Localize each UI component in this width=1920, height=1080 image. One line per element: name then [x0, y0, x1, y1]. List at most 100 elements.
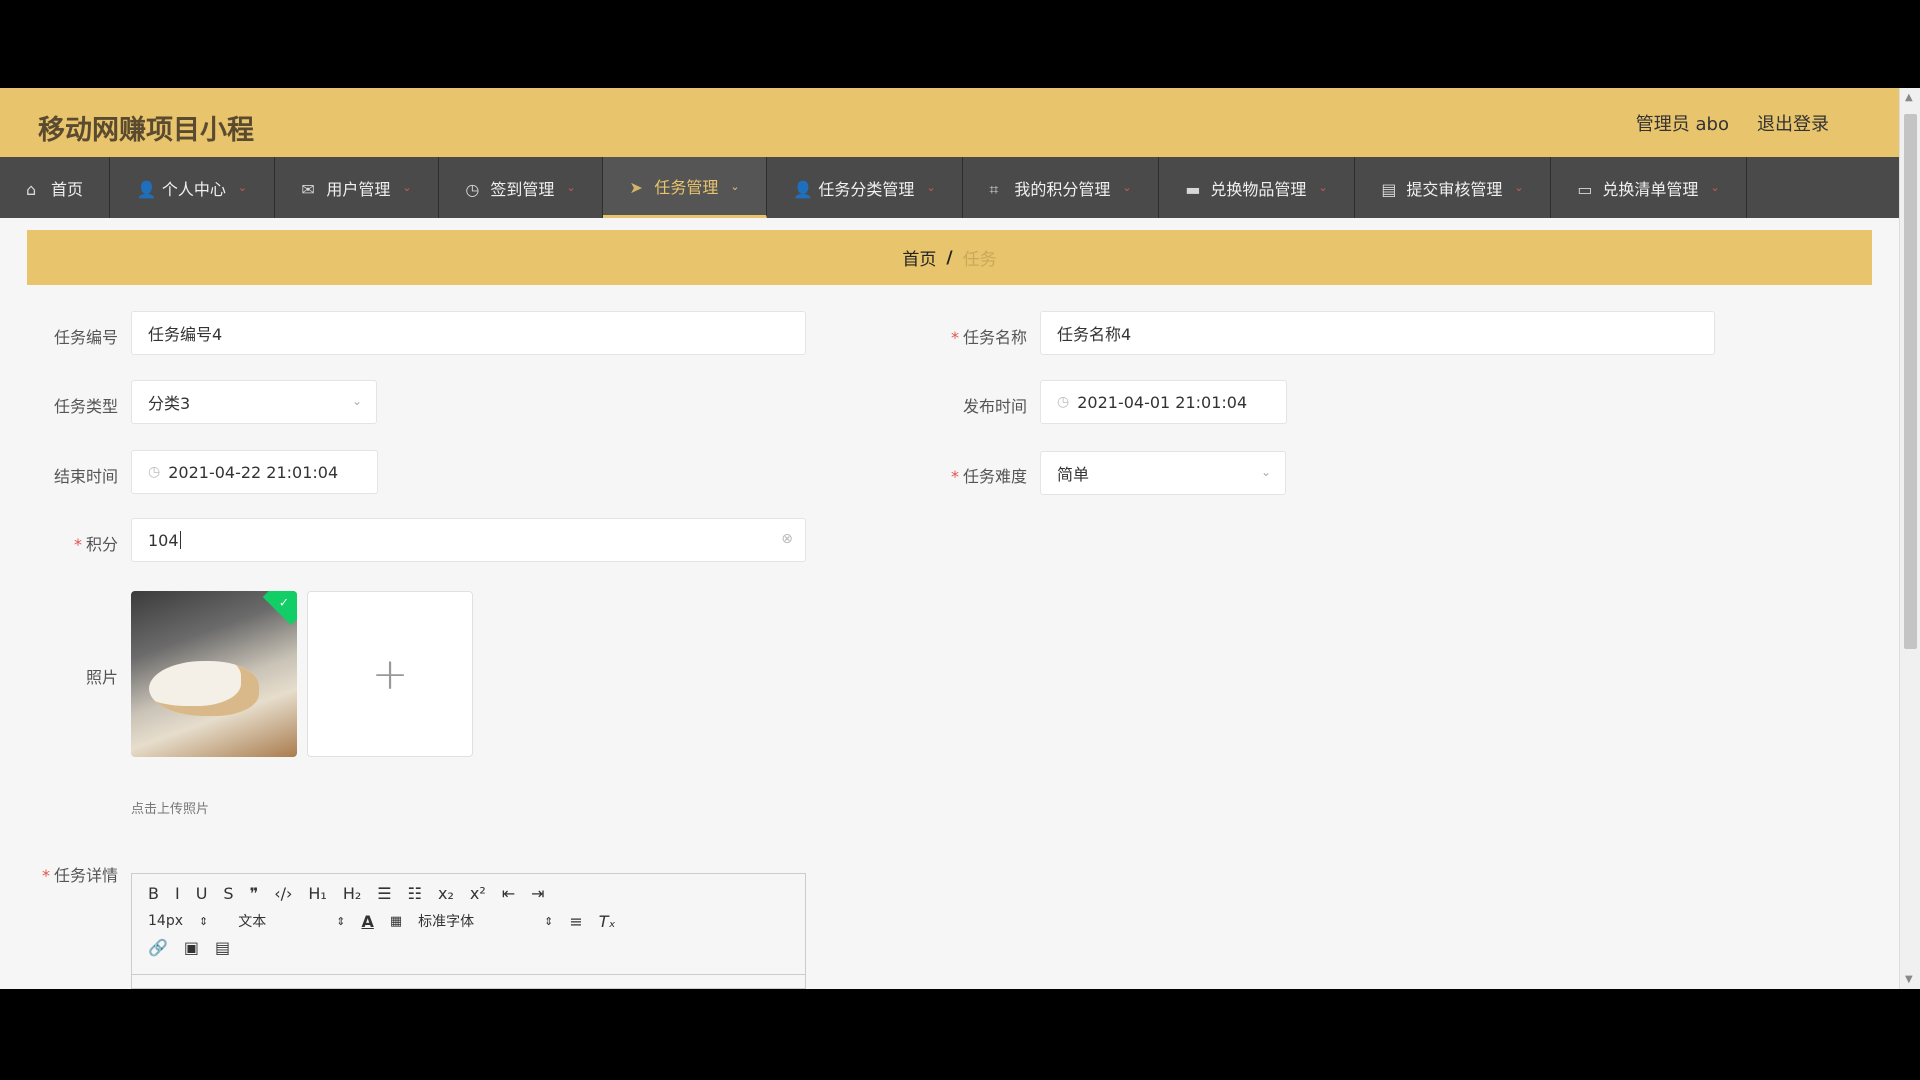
chevron-down-icon: ⌄: [730, 179, 740, 193]
h1-icon[interactable]: H₁: [308, 884, 326, 903]
end-time-picker[interactable]: ◷ 2021-04-22 21:01:04: [131, 450, 378, 494]
clear-format-icon[interactable]: Tₓ: [599, 912, 616, 931]
points-input[interactable]: 104 ⊗: [131, 518, 806, 562]
image-icon[interactable]: ▣: [184, 938, 199, 957]
superscript-icon[interactable]: x²: [470, 884, 486, 903]
mail-icon: ✉: [301, 179, 315, 199]
header: 移动网赚项目小程 管理员 abo 退出登录: [0, 88, 1899, 157]
chevron-down-icon: ⌄: [566, 181, 576, 194]
user-icon: 👤: [793, 179, 814, 199]
nav-item-0[interactable]: ⌂ 首页: [0, 157, 110, 218]
breadcrumb-current: 任务: [962, 250, 997, 270]
chevron-down-icon: ⌄: [351, 394, 362, 408]
bullet-list-icon[interactable]: ☷: [408, 884, 422, 903]
quote-icon[interactable]: ❞: [250, 884, 259, 903]
publish-time-value: 2021-04-01 21:01:04: [1077, 392, 1248, 412]
chevron-down-icon: ⌄: [1318, 181, 1328, 194]
heading-select[interactable]: 文本: [238, 911, 266, 931]
upload-hint: 点击上传照片: [131, 802, 210, 817]
bold-icon[interactable]: B: [148, 884, 159, 903]
task-name-value: 任务名称4: [1057, 325, 1132, 344]
editor-toolbar-row-1: B I U S ❞ ‹/› H₁ H₂ ☰ ☷ x₂ x² ⇤ ⇥: [148, 884, 561, 903]
photo-label: 照片: [85, 668, 118, 687]
cat-image: [149, 661, 259, 716]
nav-item-9[interactable]: ▭ 兑换清单管理 ⌄: [1551, 157, 1747, 218]
strike-icon[interactable]: S: [223, 884, 233, 903]
nav-item-label: 用户管理: [326, 179, 391, 199]
nav-item-5[interactable]: 👤 任务分类管理 ⌄: [767, 157, 963, 218]
nav-item-6[interactable]: ⌗ 我的积分管理 ⌄: [963, 157, 1159, 218]
nav-item-1[interactable]: 👤 个人中心 ⌄: [110, 157, 275, 218]
nav-item-label: 个人中心: [161, 179, 226, 199]
home-icon: ⌂: [25, 179, 37, 199]
scroll-up-icon[interactable]: ▲: [1905, 92, 1913, 103]
video-icon[interactable]: ▤: [215, 938, 230, 957]
editor-content[interactable]: [132, 974, 805, 975]
crop-icon: ⌗: [989, 179, 999, 199]
difficulty-label: * 任务难度: [950, 467, 1027, 486]
send-icon: ➤: [629, 178, 643, 197]
admin-label: 管理员 abo: [1635, 114, 1729, 135]
nav-item-2[interactable]: ✉ 用户管理 ⌄: [275, 157, 439, 218]
font-color-icon[interactable]: A: [361, 912, 373, 931]
task-type-value: 分类3: [148, 394, 191, 413]
subscript-icon[interactable]: x₂: [438, 884, 454, 903]
chevron-down-icon: ⌄: [926, 181, 936, 194]
clock-icon: ◷: [148, 464, 161, 480]
logout-link[interactable]: 退出登录: [1757, 110, 1829, 136]
end-time-label: 结束时间: [53, 467, 118, 486]
clock-icon: ◷: [1057, 394, 1070, 410]
task-no-input[interactable]: 任务编号4: [131, 311, 806, 355]
clear-icon[interactable]: ⊗: [781, 531, 793, 547]
link-icon[interactable]: 🔗: [148, 938, 168, 957]
nav-item-label: 提交审核管理: [1406, 179, 1503, 199]
task-type-select[interactable]: 分类3 ⌄: [131, 380, 377, 424]
chevron-down-icon: ⌄: [1710, 181, 1720, 194]
page-scrollbar[interactable]: ▲ ▼: [1899, 88, 1920, 989]
outdent-icon[interactable]: ⇤: [502, 884, 515, 903]
publish-time-picker[interactable]: ◷ 2021-04-01 21:01:04: [1040, 380, 1287, 424]
nav-item-3[interactable]: ◷ 签到管理 ⌄: [439, 157, 603, 218]
task-name-input[interactable]: 任务名称4: [1040, 311, 1715, 355]
scroll-down-icon[interactable]: ▼: [1905, 974, 1913, 985]
nav-item-label: 兑换清单管理: [1602, 179, 1699, 199]
task-no-value: 任务编号4: [148, 325, 223, 344]
uploaded-photo[interactable]: ✓: [131, 591, 297, 757]
task-no-label: 任务编号: [53, 328, 118, 347]
nav-item-label: 首页: [50, 179, 83, 199]
nav-item-label: 任务管理: [654, 178, 719, 197]
editor-toolbar-row-3: 🔗 ▣ ▤: [148, 938, 246, 957]
monitor-icon: ▭: [1577, 179, 1593, 199]
align-icon[interactable]: ≡: [569, 912, 582, 931]
indent-icon[interactable]: ⇥: [531, 884, 544, 903]
font-family-select[interactable]: 标准字体: [418, 911, 474, 931]
chevron-down-icon: ⌄: [402, 181, 412, 194]
nav-item-label: 签到管理: [490, 179, 555, 199]
app-title: 移动网赚项目小程: [38, 115, 254, 146]
font-size-select[interactable]: 14px: [148, 913, 183, 929]
ordered-list-icon[interactable]: ☰: [377, 884, 391, 903]
chevron-down-icon: ⌄: [237, 181, 248, 194]
header-actions: 管理员 abo 退出登录: [1636, 110, 1829, 136]
code-icon[interactable]: ‹/›: [274, 884, 292, 903]
nav-item-4[interactable]: ➤ 任务管理 ⌄: [603, 157, 767, 218]
task-type-label: 任务类型: [53, 397, 118, 416]
user-icon: 👤: [136, 179, 157, 199]
italic-icon[interactable]: I: [175, 884, 180, 903]
difficulty-select[interactable]: 简单 ⌄: [1040, 451, 1286, 495]
text-caret: [179, 531, 181, 549]
nav-item-label: 兑换物品管理: [1210, 179, 1307, 199]
underline-icon[interactable]: U: [196, 884, 208, 903]
scroll-thumb[interactable]: [1904, 114, 1917, 649]
clipboard-icon: ▤: [1381, 179, 1397, 199]
background-color-icon[interactable]: ▦: [390, 914, 402, 929]
detail-label: * 任务详情: [41, 866, 118, 885]
required-mark: *: [950, 467, 959, 486]
upload-button[interactable]: +: [307, 591, 473, 757]
nav-item-7[interactable]: ▬ 兑换物品管理 ⌄: [1159, 157, 1355, 218]
nav-item-8[interactable]: ▤ 提交审核管理 ⌄: [1355, 157, 1551, 218]
select-arrows-icon: ⇕: [199, 914, 209, 928]
breadcrumb-home[interactable]: 首页: [902, 245, 936, 270]
compass-icon: ◷: [465, 179, 480, 199]
h2-icon[interactable]: H₂: [343, 884, 361, 903]
